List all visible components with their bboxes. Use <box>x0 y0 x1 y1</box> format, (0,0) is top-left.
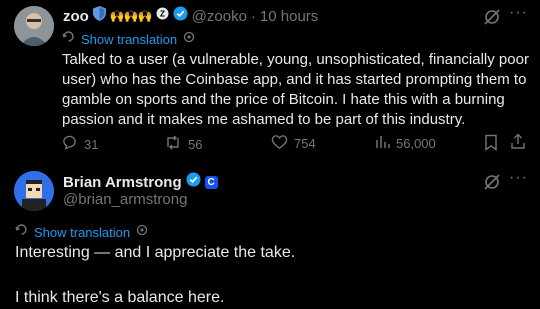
reply-count: 31 <box>84 136 99 152</box>
tweet1-translation-row: Show translation <box>62 30 195 48</box>
zooko-avatar[interactable] <box>14 6 54 46</box>
like-button[interactable]: 754 <box>271 134 316 153</box>
tweet1-show-translation[interactable]: Show translation <box>81 32 177 47</box>
tweet2-translation-row: Show translation <box>15 223 148 241</box>
translate-gear-icon[interactable] <box>136 223 148 241</box>
separator-dot: · <box>250 7 256 25</box>
tweet1-text: Talked to a user (a vulnerable, young, u… <box>62 51 529 128</box>
translate-icon <box>15 223 28 241</box>
verified-badge-icon <box>173 6 188 26</box>
like-icon <box>271 134 288 153</box>
reply-icon <box>61 134 78 154</box>
repost-icon <box>164 134 182 154</box>
tweet1-handle[interactable]: @zooko <box>192 8 247 25</box>
zcash-icon: Z <box>156 7 169 25</box>
tweet2-header: Brian Armstrong C <box>63 172 218 192</box>
tweet2-text-line1: Interesting — and I appreciate the take. <box>15 244 296 261</box>
more-icon[interactable]: ··· <box>509 4 528 22</box>
tweet2-author-name[interactable]: Brian Armstrong <box>63 174 182 191</box>
brian-armstrong-avatar[interactable] <box>14 171 54 211</box>
svg-text:Z: Z <box>160 10 165 19</box>
grok-icon[interactable] <box>483 8 501 31</box>
views-icon <box>375 134 390 152</box>
tweet1-header: zoo 🙌🙌🙌 Z @zooko · 10 hours <box>63 6 318 26</box>
reply-button[interactable]: 31 <box>61 134 98 154</box>
tweet1-time[interactable]: 10 hours <box>260 8 318 25</box>
views-count: 56,000 <box>396 135 436 151</box>
tweet2-text-line2: I think there's a balance here. <box>15 289 225 306</box>
hands-emoji-icons: 🙌🙌🙌 <box>109 9 153 23</box>
share-icon[interactable] <box>510 133 526 155</box>
tweet1-author-name[interactable]: zoo <box>63 8 89 25</box>
repost-button[interactable]: 56 <box>164 134 202 154</box>
repost-count: 56 <box>188 136 203 152</box>
grok-icon[interactable] <box>483 173 501 196</box>
bookmark-icon[interactable] <box>484 134 498 156</box>
tweet2-show-translation[interactable]: Show translation <box>34 225 130 240</box>
translate-icon <box>62 30 75 48</box>
shield-icon <box>92 6 106 26</box>
more-icon[interactable]: ··· <box>509 169 528 187</box>
tweet2-handle[interactable]: @brian_armstrong <box>63 191 187 208</box>
coinbase-badge-icon[interactable]: C <box>204 175 218 189</box>
translate-gear-icon[interactable] <box>183 30 195 48</box>
views-button[interactable]: 56,000 <box>375 134 436 152</box>
like-count: 754 <box>294 136 316 151</box>
verified-badge-icon <box>186 172 201 192</box>
